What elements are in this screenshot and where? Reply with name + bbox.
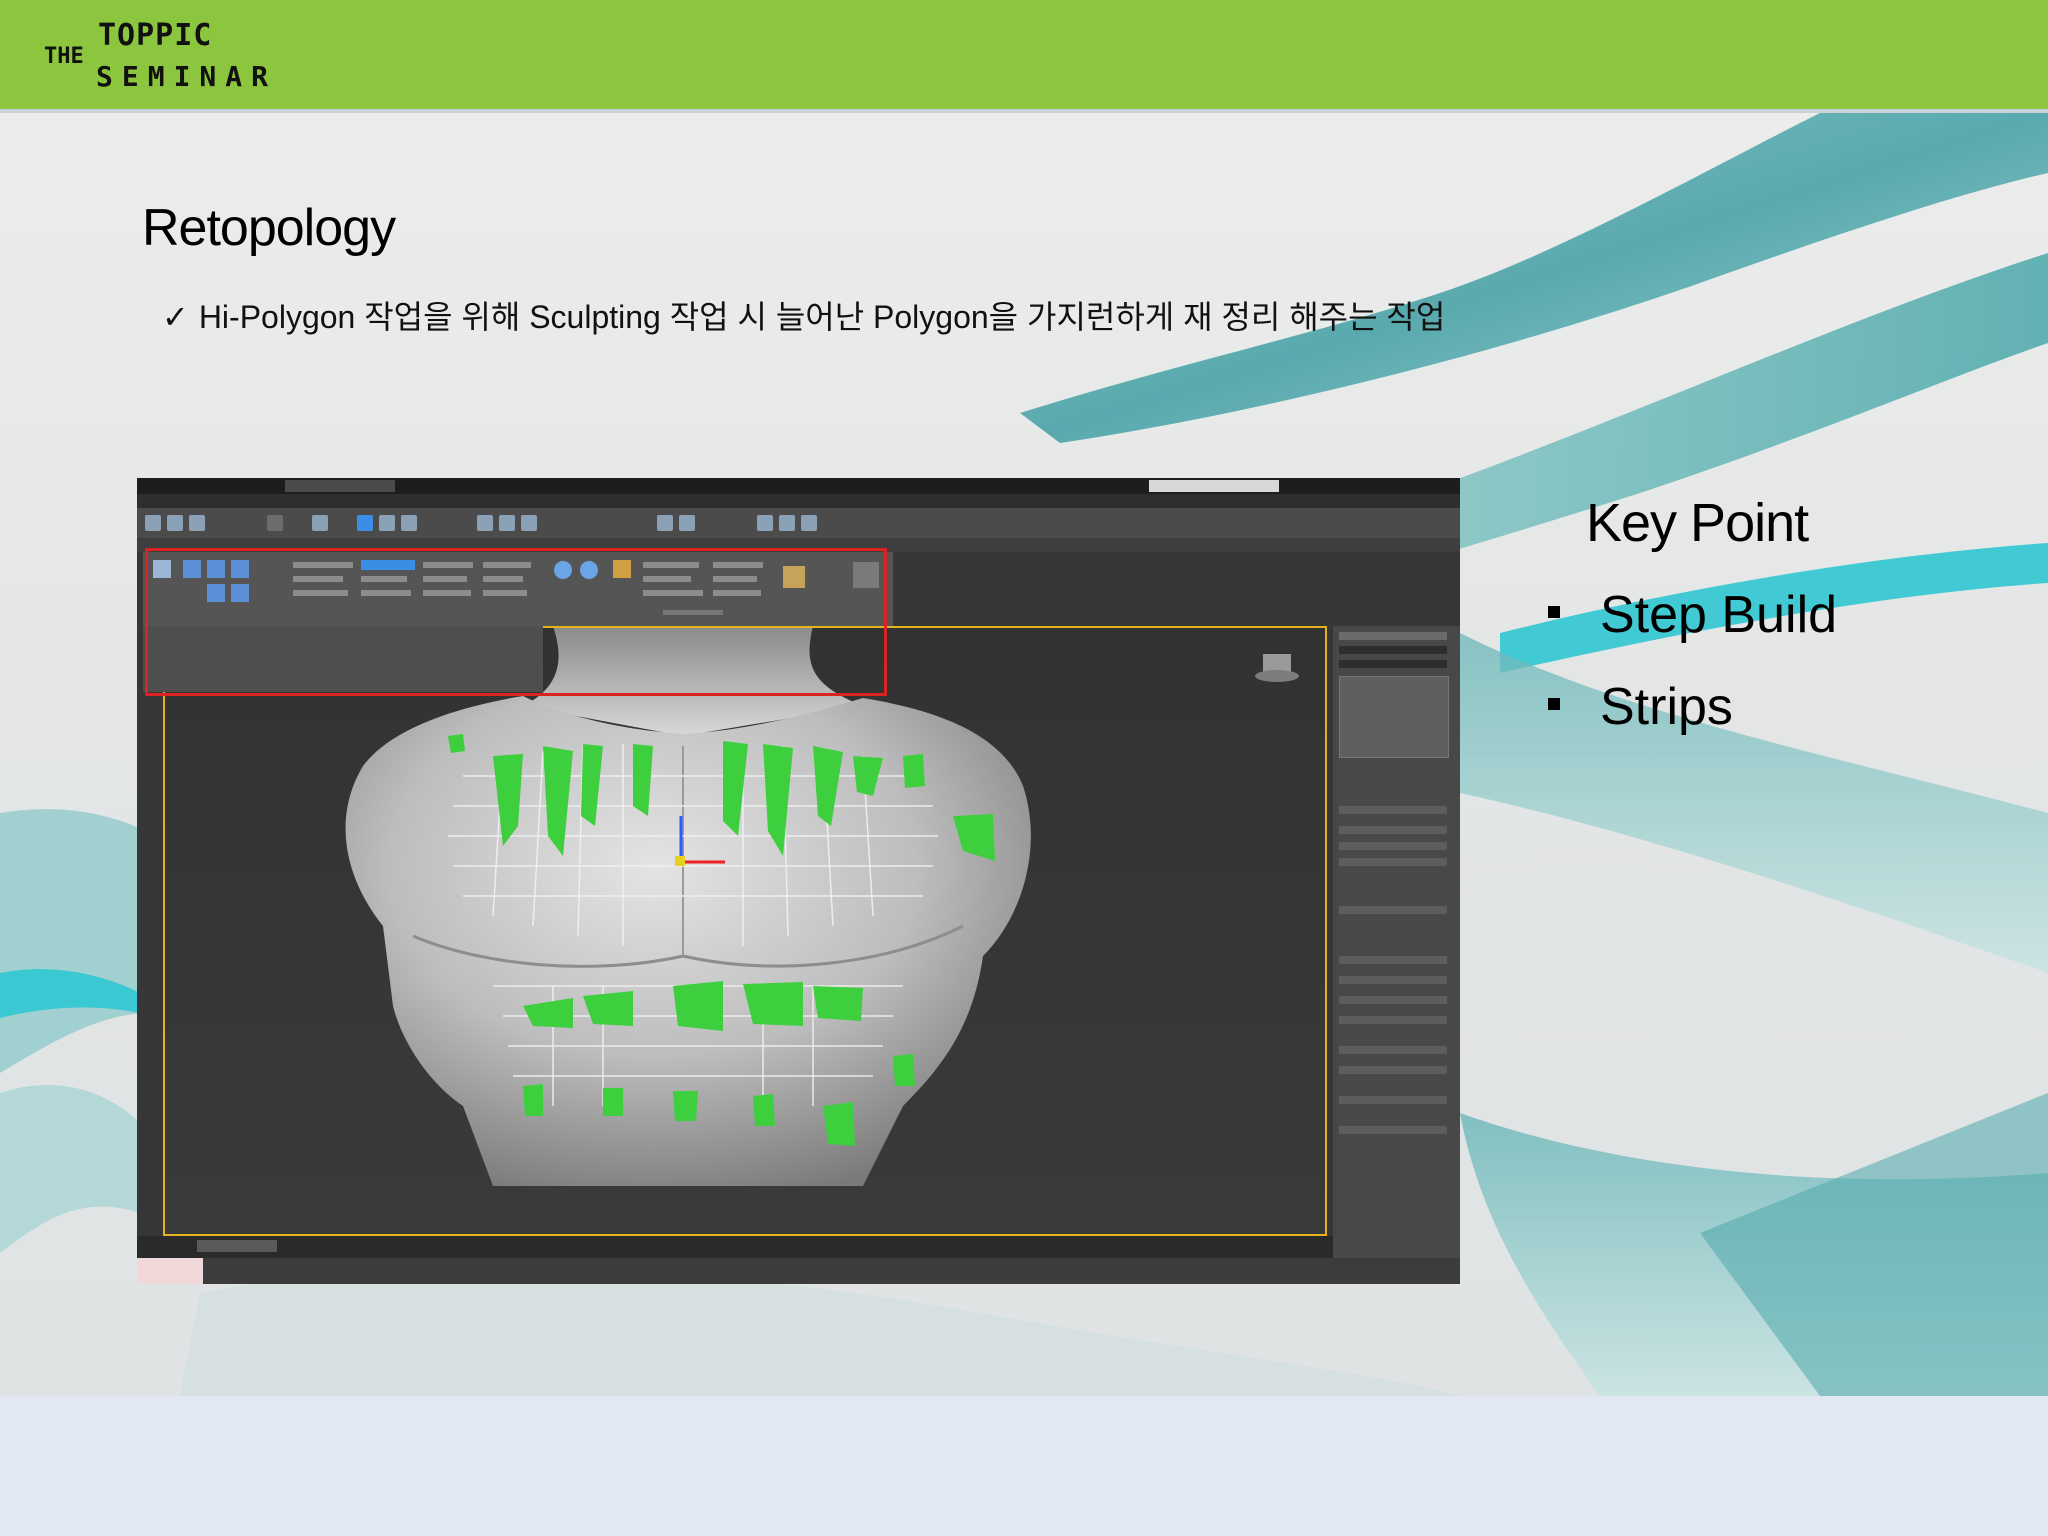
slide-subtitle: ✓ Hi-Polygon 작업을 위해 Sculpting 작업 시 늘어난 Po… xyxy=(162,292,1445,338)
selection-option xyxy=(1339,842,1447,850)
key-point-label: Step Build xyxy=(1600,586,1838,644)
key-point-item: Strips xyxy=(1548,677,1733,737)
geometry-option xyxy=(1339,1126,1447,1134)
align-icon xyxy=(679,515,695,531)
embedded-3dsmax-screenshot xyxy=(137,478,1460,1284)
key-point-label: Strips xyxy=(1600,678,1733,736)
link-icon xyxy=(189,515,205,531)
time-slider xyxy=(197,1240,277,1252)
maxscript-listener xyxy=(137,1258,203,1284)
rotate-icon xyxy=(379,515,395,531)
geometry-option xyxy=(1339,976,1447,984)
slide-title: Retopology xyxy=(142,199,396,257)
key-point-heading: Key Point xyxy=(1586,493,1809,553)
geometry-option xyxy=(1339,996,1447,1004)
selection-option xyxy=(1339,858,1447,866)
logo-seminar: SEMINAR xyxy=(96,60,278,93)
selection-filter-icon xyxy=(267,515,283,531)
viewport-active-border xyxy=(163,626,1327,1236)
subtitle-text: Hi-Polygon 작업을 위해 Sculpting 작업 시 늘어난 Pol… xyxy=(198,299,1446,335)
modifier-list-dropdown xyxy=(1339,660,1447,668)
geometry-option xyxy=(1339,1096,1447,1104)
soft-selection-rollout xyxy=(1339,906,1447,914)
geometry-option xyxy=(1339,1046,1447,1054)
edit-geometry-rollout xyxy=(1339,956,1447,964)
footer-area xyxy=(0,1396,2048,1536)
percent-snap-icon xyxy=(521,515,537,531)
checkmark-icon: ✓ xyxy=(162,299,189,335)
key-point-item: Step Build xyxy=(1548,585,1837,645)
workspace-dropdown xyxy=(285,480,395,492)
modifier-stack xyxy=(1339,676,1449,758)
command-tabs xyxy=(1339,632,1447,640)
mirror-icon xyxy=(657,515,673,531)
angle-snap-icon xyxy=(499,515,515,531)
app-search-field xyxy=(1149,480,1279,492)
material-editor-icon xyxy=(757,515,773,531)
snap-icon xyxy=(477,515,493,531)
app-titlebar xyxy=(137,478,1460,494)
animation-timeline xyxy=(137,1236,1333,1258)
seminar-logo: THE TOPPIC SEMINAR xyxy=(44,16,314,96)
selection-option xyxy=(1339,826,1447,834)
scale-icon xyxy=(401,515,417,531)
bullet-icon xyxy=(1548,606,1560,619)
logo-the: THE xyxy=(44,44,84,69)
main-toolbar xyxy=(137,508,1460,538)
bullet-icon xyxy=(1548,698,1560,711)
selection-rollout xyxy=(1339,806,1447,814)
command-panel xyxy=(1333,626,1460,1284)
geometry-option xyxy=(1339,1066,1447,1074)
select-object-icon xyxy=(312,515,328,531)
app-menubar xyxy=(137,494,1460,508)
status-bar xyxy=(137,1258,1460,1284)
highlight-box xyxy=(145,548,887,696)
move-icon xyxy=(357,515,373,531)
undo-icon xyxy=(145,515,161,531)
redo-icon xyxy=(167,515,183,531)
geometry-option xyxy=(1339,1016,1447,1024)
render-setup-icon xyxy=(779,515,795,531)
render-icon xyxy=(801,515,817,531)
header-bar: THE TOPPIC SEMINAR xyxy=(0,0,2048,109)
object-name-field xyxy=(1339,646,1447,654)
logo-toppic: TOPPIC xyxy=(98,18,213,53)
